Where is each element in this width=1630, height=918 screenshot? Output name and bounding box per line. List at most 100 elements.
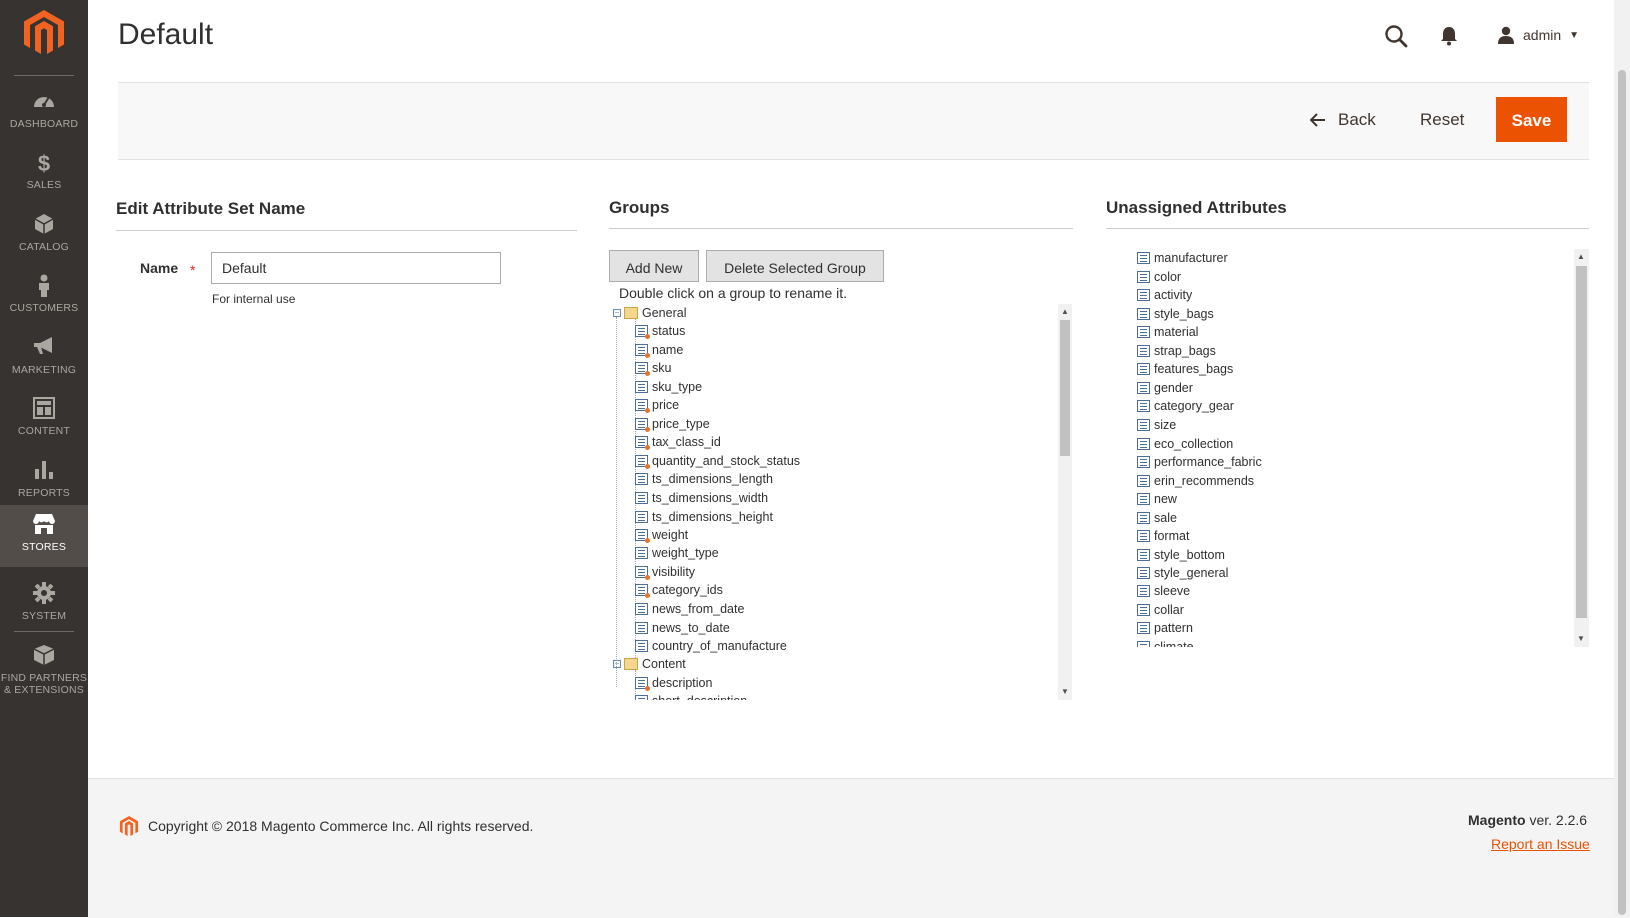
- tree-attribute[interactable]: news_from_date: [635, 600, 744, 618]
- tree-attribute[interactable]: price_type: [635, 415, 710, 433]
- tree-group-general[interactable]: − General: [613, 304, 686, 322]
- sidebar-item-customers[interactable]: CUSTOMERS: [0, 266, 88, 328]
- bell-icon[interactable]: [1440, 26, 1458, 46]
- tree-attribute[interactable]: weight_type: [635, 544, 719, 562]
- version-info: Magento ver. 2.2.6: [1468, 812, 1587, 828]
- tree-attribute[interactable]: tax_class_id: [635, 433, 721, 451]
- unassigned-attribute[interactable]: activity: [1137, 286, 1192, 304]
- unassigned-attribute[interactable]: pattern: [1137, 619, 1193, 637]
- unassigned-attribute[interactable]: features_bags: [1137, 360, 1233, 378]
- unassigned-attribute[interactable]: eco_collection: [1137, 435, 1233, 453]
- unassigned-attributes-tree[interactable]: manufacturer color activity style_bags m…: [1133, 249, 1589, 647]
- attribute-icon: [1137, 345, 1150, 357]
- attribute-icon: [1137, 326, 1150, 338]
- attribute-icon: [635, 622, 648, 634]
- attribute-icon: [1137, 585, 1150, 597]
- report-issue-link[interactable]: Report an Issue: [1491, 836, 1590, 852]
- sidebar-item-marketing[interactable]: MARKETING: [0, 328, 88, 390]
- tree-attribute[interactable]: description: [635, 674, 712, 692]
- collapse-icon[interactable]: −: [613, 660, 621, 668]
- attribute-icon: [635, 677, 650, 691]
- tree-attribute[interactable]: short_description: [635, 692, 747, 700]
- sidebar-item-sales[interactable]: $ SALES: [0, 143, 88, 205]
- tree-attribute[interactable]: quantity_and_stock_status: [635, 452, 800, 470]
- scroll-up-icon[interactable]: ▲: [1575, 251, 1587, 263]
- scroll-down-icon[interactable]: ▼: [1059, 686, 1071, 698]
- tree-attribute[interactable]: sku: [635, 359, 671, 377]
- groups-hint: Double click on a group to rename it.: [619, 285, 848, 301]
- sidebar-item-stores[interactable]: STORES: [0, 505, 88, 567]
- edit-attribute-set-title: Edit Attribute Set Name: [116, 199, 306, 218]
- groups-title: Groups: [609, 198, 670, 217]
- unassigned-attribute[interactable]: style_bags: [1137, 305, 1214, 323]
- tree-attribute[interactable]: price: [635, 396, 679, 414]
- attribute-icon: [1137, 289, 1150, 301]
- chevron-down-icon: ▼: [1569, 29, 1580, 41]
- add-new-group-button[interactable]: Add New: [609, 250, 699, 282]
- attribute-icon: [1137, 456, 1150, 468]
- tree-attribute[interactable]: news_to_date: [635, 619, 730, 637]
- cube-icon: [0, 205, 88, 241]
- reset-button[interactable]: Reset: [1420, 108, 1464, 132]
- scroll-up-icon[interactable]: ▲: [1059, 306, 1071, 318]
- tree-attribute[interactable]: weight: [635, 526, 688, 544]
- scroll-down-icon[interactable]: ▼: [1575, 633, 1587, 645]
- tree-attribute[interactable]: ts_dimensions_length: [635, 470, 773, 488]
- unassigned-attribute[interactable]: sale: [1137, 509, 1177, 527]
- unassigned-attributes-title: Unassigned Attributes: [1106, 198, 1287, 217]
- sidebar-item-content[interactable]: CONTENT: [0, 389, 88, 451]
- admin-user-menu[interactable]: admin ▼: [1497, 23, 1579, 47]
- collapse-icon[interactable]: −: [613, 309, 621, 317]
- sidebar-item-partners-extensions[interactable]: FIND PARTNERS & EXTENSIONS: [0, 636, 88, 698]
- folder-icon: [624, 307, 638, 319]
- magento-logo-icon[interactable]: [22, 10, 66, 56]
- unassigned-attribute[interactable]: climate: [1137, 638, 1194, 647]
- unassigned-attribute[interactable]: style_general: [1137, 564, 1228, 582]
- save-button[interactable]: Save: [1496, 97, 1567, 142]
- unassigned-attribute[interactable]: material: [1137, 323, 1198, 341]
- tree-attribute[interactable]: status: [635, 322, 685, 340]
- tree-attribute[interactable]: ts_dimensions_width: [635, 489, 768, 507]
- unassigned-tree-scroll-thumb[interactable]: [1576, 266, 1587, 618]
- unassigned-attribute[interactable]: sleeve: [1137, 582, 1190, 600]
- groups-tree-scroll-thumb[interactable]: [1060, 320, 1070, 456]
- attribute-icon: [1137, 400, 1150, 412]
- sidebar-item-catalog[interactable]: CATALOG: [0, 205, 88, 267]
- tree-attribute[interactable]: sku_type: [635, 378, 702, 396]
- search-icon[interactable]: [1384, 24, 1408, 48]
- sidebar-item-system[interactable]: SYSTEM: [0, 574, 88, 636]
- unassigned-attribute[interactable]: gender: [1137, 379, 1193, 397]
- unassigned-attribute[interactable]: size: [1137, 416, 1176, 434]
- tree-group-content[interactable]: − Content: [613, 655, 686, 673]
- back-button[interactable]: Back: [1310, 108, 1376, 132]
- attribute-icon: [635, 344, 650, 358]
- tree-attribute[interactable]: category_ids: [635, 581, 723, 599]
- groups-tree[interactable]: − General status name sku sku_type price…: [609, 304, 1072, 700]
- tree-attribute[interactable]: ts_dimensions_height: [635, 508, 773, 526]
- delete-selected-group-button[interactable]: Delete Selected Group: [706, 250, 884, 282]
- tree-attribute[interactable]: visibility: [635, 563, 695, 581]
- tree-attribute[interactable]: country_of_manufacture: [635, 637, 787, 655]
- attribute-icon: [635, 418, 650, 432]
- unassigned-attribute[interactable]: color: [1137, 268, 1181, 286]
- sidebar-item-reports[interactable]: REPORTS: [0, 451, 88, 513]
- attribute-set-name-input[interactable]: [211, 252, 501, 284]
- tree-attribute[interactable]: name: [635, 341, 683, 359]
- megaphone-icon: [0, 328, 88, 364]
- unassigned-attribute[interactable]: format: [1137, 527, 1189, 545]
- unassigned-attribute[interactable]: performance_fabric: [1137, 453, 1262, 471]
- unassigned-attribute[interactable]: strap_bags: [1137, 342, 1216, 360]
- attribute-icon: [1137, 530, 1150, 542]
- unassigned-attribute[interactable]: category_gear: [1137, 397, 1234, 415]
- attribute-icon: [1137, 567, 1150, 579]
- attribute-icon: [1137, 382, 1150, 394]
- arrow-left-icon: [1310, 113, 1325, 127]
- unassigned-attribute[interactable]: collar: [1137, 601, 1184, 619]
- unassigned-attribute[interactable]: new: [1137, 490, 1177, 508]
- page-scroll-thumb[interactable]: [1618, 70, 1626, 915]
- sidebar-item-dashboard[interactable]: DASHBOARD: [0, 82, 88, 144]
- unassigned-attribute[interactable]: style_bottom: [1137, 546, 1225, 564]
- unassigned-attribute[interactable]: erin_recommends: [1137, 472, 1254, 490]
- unassigned-attribute[interactable]: manufacturer: [1137, 249, 1228, 267]
- attribute-icon: [635, 603, 648, 615]
